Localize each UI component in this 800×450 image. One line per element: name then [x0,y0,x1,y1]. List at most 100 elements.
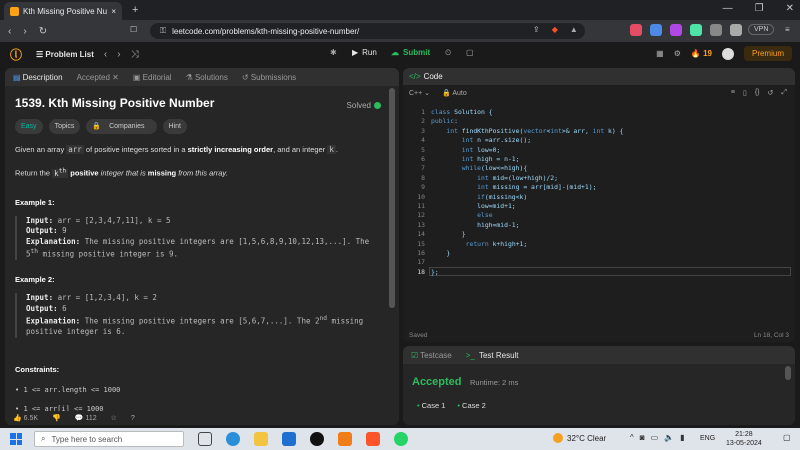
new-tab-button[interactable]: + [132,4,138,16]
minimize-icon[interactable]: — [723,3,733,14]
streak-counter[interactable]: 🔥 19 [691,49,712,58]
fullscreen-icon[interactable]: ⤢ [781,89,787,97]
constraint-item: • 1 <= arr.length <= 1000 [15,385,121,394]
extension-icons [630,24,742,36]
line-number: 6 [421,155,425,163]
next-problem-icon[interactable]: › [117,49,120,60]
companies-tag[interactable]: 🔒 Companies [86,119,157,134]
brave-icon[interactable] [366,432,380,446]
braces-icon[interactable]: {} [755,89,760,97]
whatsapp-icon[interactable] [394,432,408,446]
debug-icon[interactable]: ✱ [330,48,337,57]
topics-tag[interactable]: Topics [48,119,81,134]
forward-icon[interactable]: › [23,26,26,37]
extension-icon[interactable] [730,24,742,36]
code-line: } [431,230,466,239]
timer-icon[interactable]: ⏲ [445,48,451,58]
brave-shield-icon[interactable]: ◆ [552,25,558,34]
edge-icon[interactable] [226,432,240,446]
case-tab[interactable]: • Case 1 [417,401,445,410]
tab-description[interactable]: ▤ Description [13,73,63,82]
notification-icon[interactable]: ▢ [783,433,791,442]
format-icon[interactable]: ≡ [731,89,735,97]
address-bar[interactable]: ⚿ leetcode.com/problems/kth-missing-posi… [150,23,585,39]
hint-tag[interactable]: Hint [162,119,187,134]
problem-list-link[interactable]: ☰ Problem List [36,50,94,59]
tab-testcase[interactable]: ☑ Testcase [411,351,452,360]
tab-test-result[interactable]: >_ Test Result [466,351,519,360]
example-box: Input: arr = [2,3,4,7,11], k = 5 Output:… [15,215,389,260]
extension-icon[interactable] [630,24,642,36]
menu-icon[interactable]: ≡ [785,25,790,34]
premium-button[interactable]: Premium [743,46,792,61]
problem-nav-arrows: ‹ › ⤨ [104,49,139,60]
windows-start-icon[interactable] [10,433,22,445]
scrollbar[interactable] [785,366,791,380]
battery-icon[interactable]: ▮ [680,433,684,442]
problem-title[interactable]: 1539. Kth Missing Positive Number [15,97,389,109]
result-status: Accepted [412,376,462,388]
dell-icon[interactable] [310,432,324,446]
settings-gear-icon[interactable]: ⚙ [674,49,681,58]
maximize-icon[interactable]: ❐ [755,3,764,14]
reload-icon[interactable]: ↻ [39,26,47,37]
rewards-icon[interactable]: ▲ [570,25,578,34]
like-button[interactable]: 👍 6.5K [13,414,38,422]
clock[interactable]: 21:28 13-05-2024 [726,430,762,448]
problem-tags: Easy Topics 🔒 Companies Hint [15,119,389,134]
tab-submissions[interactable]: ↺ Submissions [242,73,296,82]
taskbar-search[interactable]: ⌕ Type here to search [34,431,184,447]
case-tab[interactable]: • Case 2 [457,401,485,410]
back-icon[interactable]: ‹ [8,26,11,37]
code-editor[interactable]: 1 class Solution {2 public: 3 int findKthPo… [403,106,795,326]
prev-problem-icon[interactable]: ‹ [104,49,107,60]
chevron-up-icon[interactable]: ^ [630,433,634,442]
share-icon[interactable]: ⇪ [533,25,540,34]
tab-editorial[interactable]: ▣ Editorial [133,73,172,82]
help-icon[interactable]: ? [131,415,135,422]
language-indicator[interactable]: ENG [700,435,715,442]
submit-button[interactable]: ☁ Submit [391,48,430,57]
display-icon[interactable]: ▭ [651,433,659,442]
tab-solutions[interactable]: ⚗ Solutions [186,73,228,82]
close-tab-icon[interactable]: × [111,7,116,16]
dislike-icon[interactable]: 👎 [52,414,61,422]
tray-app-icon[interactable]: ◙ [640,433,645,442]
notes-icon[interactable]: ▢ [466,48,474,57]
vpn-button[interactable]: VPN [748,24,775,35]
layout-icon[interactable]: ▦ [656,49,664,58]
line-number: 1 [421,108,425,116]
code-footer: Saved Ln 18, Col 3 [403,328,795,342]
mail-icon[interactable] [282,432,296,446]
extension-icon[interactable] [690,24,702,36]
bookmark-icon[interactable]: ☐ [130,25,137,34]
line-number: 15 [417,239,425,248]
line-number: 11 [417,202,425,210]
volume-icon[interactable]: 🔈 [664,433,674,442]
leetcode-logo-icon[interactable]: ⓛ [10,46,22,63]
auto-mode-toggle[interactable]: 🔒 Auto [442,89,467,97]
weather-widget[interactable]: 32°C Clear [553,433,606,443]
comments-button[interactable]: 💬 112 [75,414,97,422]
file-explorer-icon[interactable] [254,432,268,446]
star-icon[interactable]: ☆ [111,414,117,422]
extension-icon[interactable] [670,24,682,36]
vlc-icon[interactable] [338,432,352,446]
scrollbar[interactable] [389,88,395,308]
close-window-icon[interactable]: ✕ [786,3,794,14]
task-view-icon[interactable] [198,432,212,446]
omnibox-actions: ⇪ ◆ ▲ [533,25,578,34]
language-select[interactable]: C++ ⌄ [409,89,430,97]
shuffle-icon[interactable]: ⤨ [131,49,139,60]
reset-icon[interactable]: ↺ [768,89,774,97]
current-line-highlight [429,266,791,276]
browser-tab[interactable]: Kth Missing Positive Number - L × [4,2,122,20]
pass-dot-icon: • [417,401,420,410]
extension-icon[interactable] [650,24,662,36]
extension-icon[interactable] [710,24,722,36]
run-button[interactable]: ▶ Run [352,48,377,57]
avatar[interactable] [721,47,734,60]
bookmark-icon[interactable]: ▯ [743,89,747,97]
code-icon: </> [409,72,421,81]
tab-accepted[interactable]: Accepted ✕ [77,73,119,82]
